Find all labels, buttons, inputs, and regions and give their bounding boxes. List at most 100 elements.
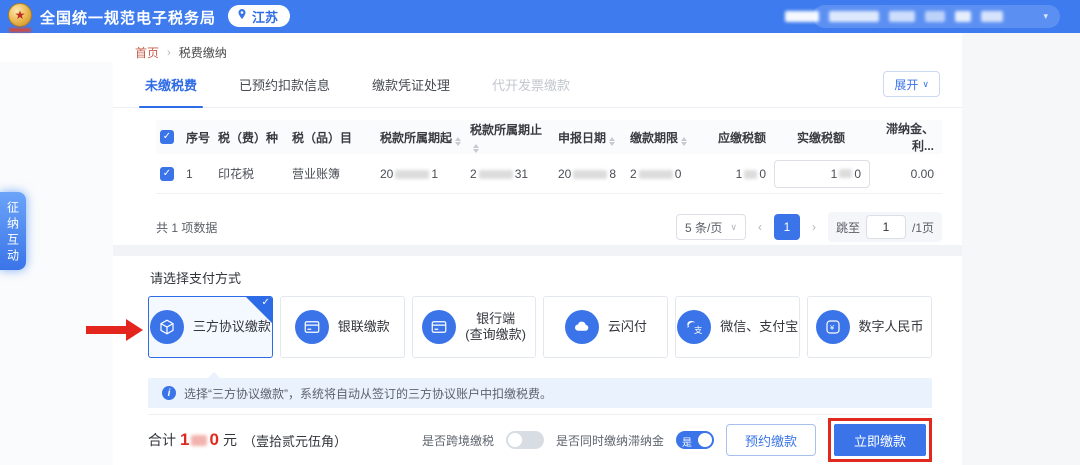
location-pin-icon [236,7,248,25]
total-amount: 10 [180,430,219,450]
col-payable: 应缴税额 [710,129,770,146]
col-period-start[interactable]: 税款所属期起 [376,129,466,146]
row-checkbox[interactable]: ✓ [160,167,174,181]
breadcrumb: 首页 › 税费缴纳 [135,44,227,61]
svg-text:¥: ¥ [830,323,835,332]
tab-reserved-deductions[interactable]: 已预约扣款信息 [237,61,332,108]
redacted-date [395,170,429,179]
col-period-end[interactable]: 税款所属期止 [466,121,554,153]
sort-icon[interactable] [609,137,615,146]
col-declare-date[interactable]: 申报日期 [554,129,626,146]
cube-icon [150,310,184,344]
method-wechat-alipay[interactable]: 支 微信、支付宝 [675,296,800,358]
col-deadline[interactable]: 缴款期限 [626,129,710,146]
section-separator [113,245,962,256]
redacted-amount [839,169,852,178]
paid-amount-input[interactable]: 10 [774,160,870,188]
sort-icon[interactable] [473,144,479,153]
redacted-amount [191,435,207,446]
chevron-down-icon: ∨ [922,79,929,90]
redacted-user-info [829,11,879,22]
row-late-fee: 0.00 [872,167,938,181]
chevron-down-icon[interactable]: ▾ [1043,11,1048,22]
pagination-bar: 共 1 项数据 5 条/页∨ ‹ 1 › 跳至 /1页 [156,212,942,242]
jump-page-input[interactable] [866,215,906,239]
row-period-start: 201 [376,167,466,181]
method-unionpay[interactable]: 银联缴款 [280,296,405,358]
redacted-user-info [925,11,945,22]
redacted-amount [744,170,757,179]
tab-invoice-payment[interactable]: 代开发票缴款 [490,61,572,108]
method-quickpass[interactable]: 云闪付 [543,296,668,358]
row-deadline: 20 [626,167,710,181]
row-index: 1 [182,167,214,181]
method-bank-terminal[interactable]: 银行端(查询缴款) [412,296,537,358]
cross-border-label: 是否跨境缴税 [422,432,494,449]
reserve-payment-button[interactable]: 预约缴款 [726,424,816,456]
table-summary: 共 1 项数据 [156,219,217,236]
jump-label: 跳至 [836,219,860,236]
method-tripartite-agreement[interactable]: 三方协议缴款 [148,296,273,358]
user-menu-bar[interactable]: ▾ [813,5,1060,28]
red-arrow-annotation [86,319,144,341]
col-late-fee: 滞纳金、利... [872,120,938,154]
next-page-button[interactable]: › [810,220,818,234]
row-tax-item: 营业账簿 [288,165,376,182]
row-payable: 10 [710,167,770,181]
wechat-alipay-icon: 支 [677,310,711,344]
cloud-icon [565,310,599,344]
redacted-date [573,170,607,179]
tab-bar: 未缴税费 已预约扣款信息 缴款凭证处理 代开发票缴款 [113,62,962,108]
redacted-date [639,170,673,179]
redacted-date [479,170,513,179]
taxation-seal-text [9,28,31,32]
col-tax-item: 税（品）目 [288,129,376,146]
payment-card: 请选择支付方式 三方协议缴款 银联缴款 银行端(查询缴款) [113,256,962,465]
breadcrumb-current: 税费缴纳 [179,44,227,61]
page-total: /1页 [912,219,934,236]
col-index: 序号 [182,129,214,146]
redacted-user-info [981,11,1003,22]
sort-icon[interactable] [455,137,461,146]
col-tax-type: 税（费）种 [214,129,288,146]
amount-in-words: （壹拾贰元伍角） [243,431,347,450]
breadcrumb-separator: › [167,47,171,59]
chevron-down-icon: ∨ [730,222,737,233]
info-icon: i [162,386,176,400]
tab-unpaid-taxes[interactable]: 未缴税费 [143,61,199,108]
payment-section-title: 请选择支付方式 [150,268,241,287]
row-tax-type: 印花税 [214,165,288,182]
tab-payment-voucher[interactable]: 缴款凭证处理 [370,61,452,108]
region-selector[interactable]: 江苏 [228,5,290,27]
page-background-right [962,33,1080,465]
bankcard-icon [295,310,329,344]
late-fee-toggle[interactable]: 是 [676,431,714,449]
row-declare-date: 208 [554,167,626,181]
cross-border-toggle[interactable] [506,431,544,449]
app-title: 全国统一规范电子税务局 [40,7,216,28]
prev-page-button[interactable]: ‹ [756,220,764,234]
sidebar-item-interaction[interactable]: 征纳互动 [0,192,26,270]
tax-bureau-page: ★ 全国统一规范电子税务局 江苏 ▾ 首页 › 税费缴纳 未缴税费 [0,0,1080,465]
breadcrumb-home-link[interactable]: 首页 [135,44,159,61]
sort-icon[interactable] [681,137,687,146]
notice-text: 选择“三方协议缴款”，系统将自动从签订的三方协议账户中扣缴税费。 [184,385,552,402]
redacted-user-info [785,11,819,22]
expand-button[interactable]: 展开∨ [883,71,940,97]
method-digital-yuan[interactable]: ¥ 数字人民币 [807,296,932,358]
svg-text:支: 支 [694,325,703,335]
pay-now-button[interactable]: 立即缴款 [834,424,926,456]
red-highlight-annotation: 立即缴款 [828,418,932,462]
select-all-checkbox[interactable]: ✓ [160,130,174,144]
page-size-select[interactable]: 5 条/页∨ [676,214,746,240]
redacted-user-info [955,11,971,22]
bankcard-icon [422,310,456,344]
selected-check-icon [246,297,272,323]
digital-yuan-icon: ¥ [816,310,850,344]
page-jump: 跳至 /1页 [828,212,942,242]
col-paid: 实缴税额 [770,129,872,146]
table-row: ✓ 1 印花税 营业账簿 201 231 208 20 10 10 0.00 [156,154,942,194]
page-number-button[interactable]: 1 [774,214,800,240]
payment-footer: 合计 10 元 （壹拾贰元伍角） 是否跨境缴税 是否同时缴纳滞纳金 是 预约缴款… [148,414,932,465]
payment-methods: 三方协议缴款 银联缴款 银行端(查询缴款) 云闪付 [148,296,932,358]
